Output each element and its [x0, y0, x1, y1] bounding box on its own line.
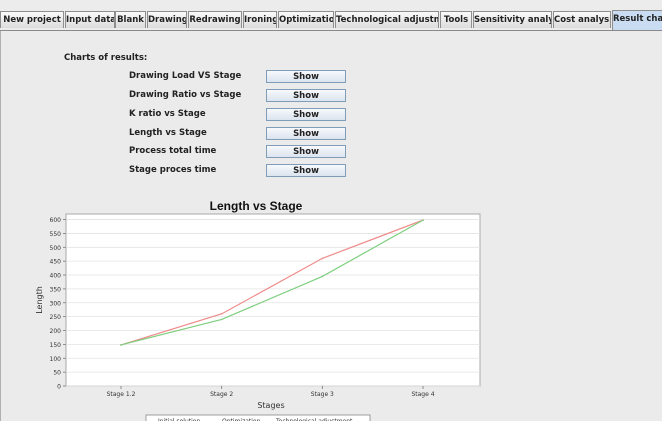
y-tick-label: 250: [50, 314, 62, 321]
tab-input-data[interactable]: Input data: [65, 11, 115, 28]
y-tick-label: 0: [57, 384, 61, 391]
y-tick-label: 450: [50, 259, 62, 266]
y-tick-label: 350: [50, 286, 62, 293]
x-tick-label: Stage 4: [411, 391, 434, 398]
data-point: [120, 344, 122, 346]
chart-option-label: Length vs Stage: [129, 128, 207, 138]
y-axis-label: Length: [35, 286, 44, 314]
chart-option-label: K ratio vs Stage: [129, 109, 206, 119]
tab-bar: New project Input data Blank Drawing Redrawi…: [0, 0, 662, 31]
data-point: [220, 318, 223, 321]
length-vs-stage-chart: Length vs Stage 0 50 100 150 200 250 300 350 400 4…: [35, 199, 481, 421]
x-tick-label: Stage 1.2: [107, 391, 136, 398]
charts-section-title: Charts of results:: [64, 53, 148, 63]
tab-ironing[interactable]: Ironing: [243, 11, 277, 28]
y-tick-label: 200: [50, 328, 62, 335]
y-tick-label: 100: [50, 356, 62, 363]
chart-title: Length vs Stage: [210, 199, 303, 213]
data-point: [321, 257, 324, 260]
show-button[interactable]: Show: [266, 127, 346, 140]
show-button[interactable]: Show: [266, 108, 346, 121]
show-button[interactable]: Show: [266, 89, 346, 102]
y-tick-label: 500: [50, 245, 62, 252]
chart-option-label: Process total time: [129, 146, 217, 156]
chart-option-label: Drawing Ratio vs Stage: [129, 90, 242, 100]
show-button[interactable]: Show: [266, 70, 346, 83]
x-tick-label: Stage 2: [210, 391, 233, 398]
chart-option-label: Drawing Load VS Stage: [129, 71, 242, 81]
tab-tools[interactable]: Tools: [440, 11, 472, 28]
tab-sensitivity-analysis[interactable]: Sensitivity analysis: [473, 11, 552, 28]
y-tick-label: 550: [50, 231, 62, 238]
show-button[interactable]: Show: [266, 164, 346, 177]
y-tick-label: 50: [53, 370, 61, 377]
tab-technological-adjustment[interactable]: Technological adjustment: [335, 11, 439, 28]
y-tick-label: 150: [50, 342, 62, 349]
tab-cost-analysis[interactable]: Cost analysis: [553, 11, 611, 28]
data-point: [321, 275, 324, 278]
y-tick-label: 600: [50, 217, 62, 224]
data-point: [220, 313, 223, 315]
show-button[interactable]: Show: [266, 145, 346, 158]
chart-option-label: Stage proces time: [129, 165, 217, 175]
tab-result-charts[interactable]: Result charts: [612, 10, 662, 30]
y-tick-label: 300: [50, 300, 62, 307]
x-axis-label: Stages: [257, 401, 284, 410]
tab-drawing[interactable]: Drawing: [147, 11, 187, 28]
y-tick-label: 400: [50, 273, 62, 280]
plot-area: [65, 213, 481, 387]
tab-blank[interactable]: Blank: [115, 11, 146, 28]
data-point: [422, 219, 424, 221]
tab-new-project[interactable]: New project: [0, 11, 64, 28]
x-tick-label: Stage 3: [311, 391, 334, 398]
tab-optimization[interactable]: Optimization: [278, 11, 334, 28]
tab-redrawing[interactable]: Redrawing: [188, 11, 242, 28]
